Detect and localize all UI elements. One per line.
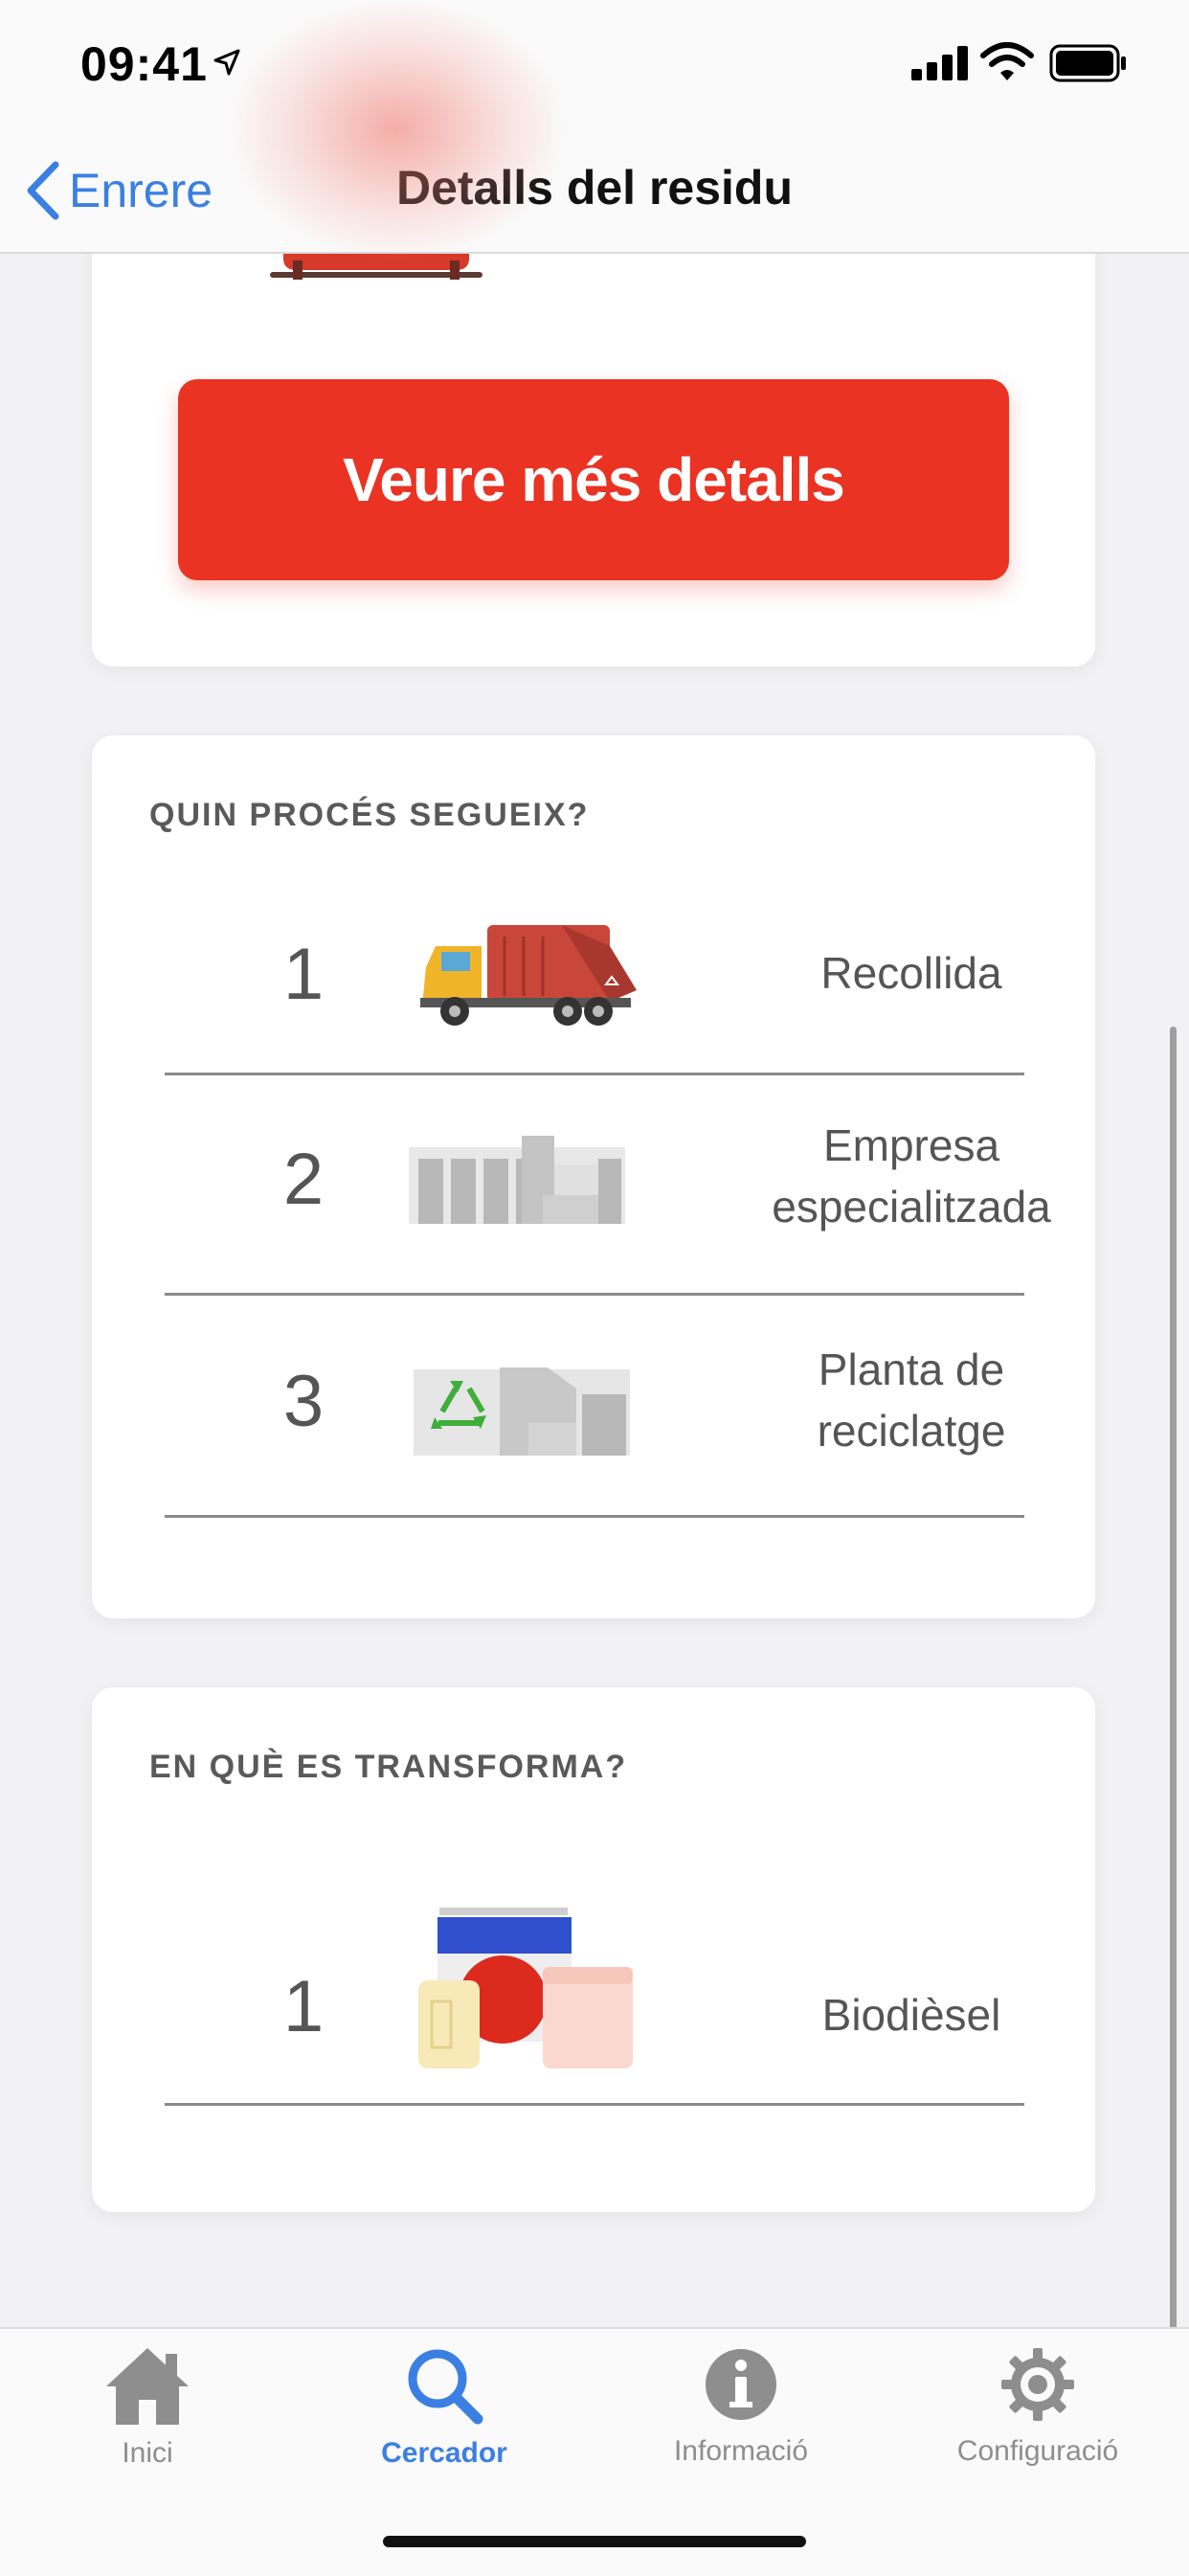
transform-section-title: EN QUÈ ES TRANSFORMA?	[149, 1749, 628, 1785]
step-label-line1: Planta de	[818, 1344, 1005, 1394]
transform-item: 1 Biodièsel	[165, 1860, 1024, 2106]
garbage-truck-icon	[420, 925, 637, 1026]
status-time: 09:41	[80, 37, 208, 91]
battery-icon	[1049, 44, 1126, 82]
step-label: Planta de reciclatge	[758, 1339, 1065, 1461]
process-step: 1 Recollida	[165, 879, 1024, 1075]
step-label-line1: Recollida	[820, 948, 1002, 998]
step-label-line1: Empresa	[822, 1120, 1000, 1170]
process-card: QUIN PROCÉS SEGUEIX? 1 Recollida 2 Empre…	[92, 735, 1095, 1618]
step-number: 2	[282, 1139, 325, 1220]
cellular-signal-icon	[911, 46, 968, 80]
info-icon	[706, 2349, 776, 2420]
step-number: 3	[282, 1361, 325, 1442]
more-details-label: Veure més detalls	[343, 445, 845, 514]
search-icon	[408, 2349, 483, 2425]
factory-icon	[409, 1136, 625, 1224]
tab-label-cercador: Cercador	[381, 2437, 507, 2469]
transform-card: EN QUÈ ES TRANSFORMA? 1 Biodièsel	[92, 1687, 1095, 2212]
tab-label-informacio: Informació	[673, 2435, 809, 2467]
transform-item-label: Biodièsel	[821, 1990, 1001, 2040]
page-title: Detalls del residu	[395, 161, 794, 215]
step-number: 1	[282, 934, 325, 1015]
process-step: 2 Empresa especialitzada	[165, 1073, 1051, 1296]
home-indicator[interactable]	[383, 2536, 806, 2547]
step-label: Empresa especialitzada	[758, 1115, 1065, 1237]
process-section-title: QUIN PROCÉS SEGUEIX?	[149, 797, 590, 833]
step-label-line2: especialitzada	[772, 1182, 1051, 1232]
products-icon	[418, 1908, 633, 2068]
step-label-line2: reciclatge	[817, 1406, 1006, 1456]
tab-label-inici: Inici	[122, 2437, 173, 2469]
wifi-icon	[980, 42, 1034, 80]
process-step: 3 Planta de reciclatge	[165, 1293, 1024, 1518]
tab-configuracio[interactable]: Configuració	[923, 2346, 1153, 2468]
tab-label-configuracio: Configuració	[956, 2435, 1119, 2467]
transform-item-number: 1	[282, 1966, 325, 2047]
step-label: Recollida	[758, 942, 1065, 1004]
tab-informacio[interactable]: Informació	[626, 2346, 856, 2468]
more-details-button[interactable]: Veure més detalls	[178, 379, 1009, 580]
details-card: Veure més detalls	[92, 192, 1095, 667]
home-icon	[106, 2348, 189, 2425]
status-bar: 09:41	[0, 0, 1189, 129]
tab-inici[interactable]: Inici	[33, 2346, 262, 2470]
navigation-bar: Enrere Detalls del residu	[0, 129, 1189, 254]
scrollbar[interactable]	[1170, 1027, 1177, 2329]
location-arrow-icon	[213, 49, 240, 76]
gear-icon	[1001, 2348, 1074, 2421]
recycling-plant-icon	[414, 1367, 630, 1456]
tab-cercador[interactable]: Cercador	[329, 2346, 559, 2470]
